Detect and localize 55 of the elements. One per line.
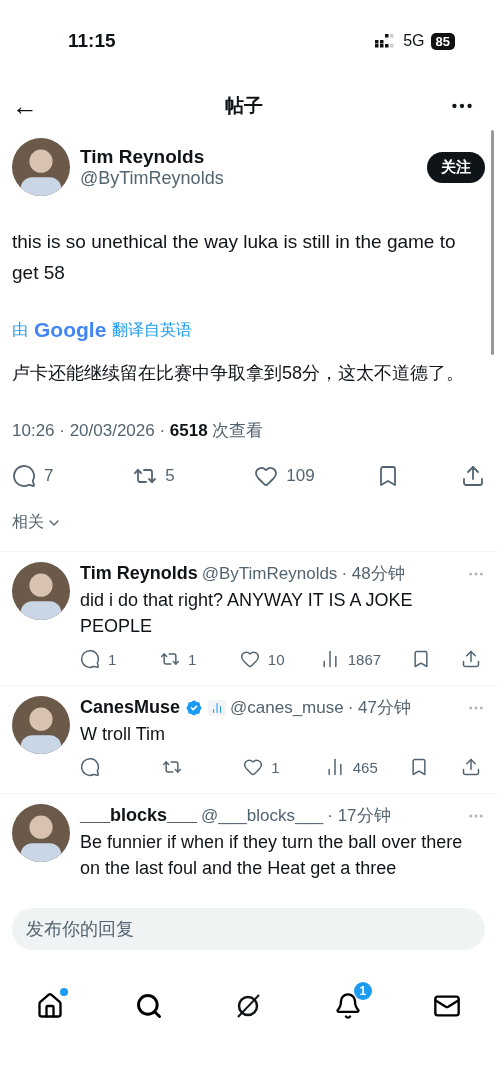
heart-icon[interactable] xyxy=(239,649,260,669)
bar-chart-badge-icon xyxy=(208,699,227,716)
reply-icon[interactable] xyxy=(80,757,100,777)
reply-text: W troll Tim xyxy=(80,723,166,746)
action-count: 5 xyxy=(165,466,175,486)
slashed-circle-icon[interactable] xyxy=(234,992,263,1020)
reply-author-name[interactable]: ___blocks___ xyxy=(80,805,198,826)
back-button[interactable]: ← xyxy=(12,90,38,122)
post-text: this is so unethical the way luka is still in the game to get 58 xyxy=(12,230,457,285)
action-count: 1 xyxy=(271,758,280,776)
search-icon[interactable] xyxy=(135,992,164,1020)
action-count: 465 xyxy=(352,758,378,776)
action-count: 1867 xyxy=(347,650,382,668)
home-icon[interactable] xyxy=(35,992,64,1020)
post-meta: 10:26 · 20/03/2026 · 6518 次查看 xyxy=(12,420,265,442)
translated-text: 卢卡还能继续留在比赛中争取拿到58分，这太不道德了。 xyxy=(12,362,466,385)
reply-time: · 47分钟 xyxy=(347,697,411,719)
reply-input-field[interactable]: 发布你的回复 xyxy=(12,908,485,950)
avatar[interactable] xyxy=(12,696,70,754)
translated-by-label: 由 xyxy=(12,319,28,340)
network-label: 5G xyxy=(403,32,425,50)
notification-count: 1 xyxy=(353,982,372,1000)
share-icon[interactable] xyxy=(461,464,485,488)
action-count: 109 xyxy=(286,466,315,486)
page-title: 帖子 xyxy=(224,94,263,118)
status-time: 11:15 xyxy=(68,30,116,52)
action-count: 7 xyxy=(44,466,54,486)
bell-icon[interactable] xyxy=(333,992,362,1020)
author-handle[interactable]: @ByTimReynolds xyxy=(80,167,224,189)
heart-icon[interactable] xyxy=(243,757,264,777)
reply-author-name[interactable]: CanesMuse xyxy=(80,697,181,718)
action-count: 1 xyxy=(108,650,117,668)
reply-time: · 48分钟 xyxy=(341,563,405,585)
heart-icon[interactable] xyxy=(254,464,279,488)
reply-handle[interactable]: @canes_muse xyxy=(230,697,344,718)
reply-text: Be funnier if when if they turn the ball over there on the last foul and the Heat get a three xyxy=(80,831,464,880)
author-name[interactable]: Tim Reynolds xyxy=(80,145,224,168)
avatar[interactable] xyxy=(12,804,70,862)
reply-icon[interactable] xyxy=(80,649,100,669)
share-icon[interactable] xyxy=(461,757,481,777)
avatar[interactable] xyxy=(12,562,70,620)
share-icon[interactable] xyxy=(461,649,481,669)
reply-text: did i do that right? ANYWAY IT IS A JOKE PEOPLE xyxy=(80,589,414,638)
related-button[interactable]: 相关 xyxy=(12,506,62,551)
avatar[interactable] xyxy=(12,138,70,196)
battery-level: 85 xyxy=(430,32,455,50)
action-count: 1 xyxy=(187,650,197,668)
follow-button[interactable]: 关注 xyxy=(427,151,485,183)
reply-time: · 17分钟 xyxy=(327,805,391,827)
reply-author-name[interactable]: Tim Reynolds xyxy=(80,563,198,584)
action-count: 10 xyxy=(267,650,285,668)
google-logo: Google xyxy=(34,318,107,342)
reply-handle[interactable]: @___blocks___ xyxy=(201,805,324,826)
reply-handle[interactable]: @ByTimReynolds xyxy=(201,563,338,584)
reply-icon[interactable] xyxy=(12,464,36,488)
